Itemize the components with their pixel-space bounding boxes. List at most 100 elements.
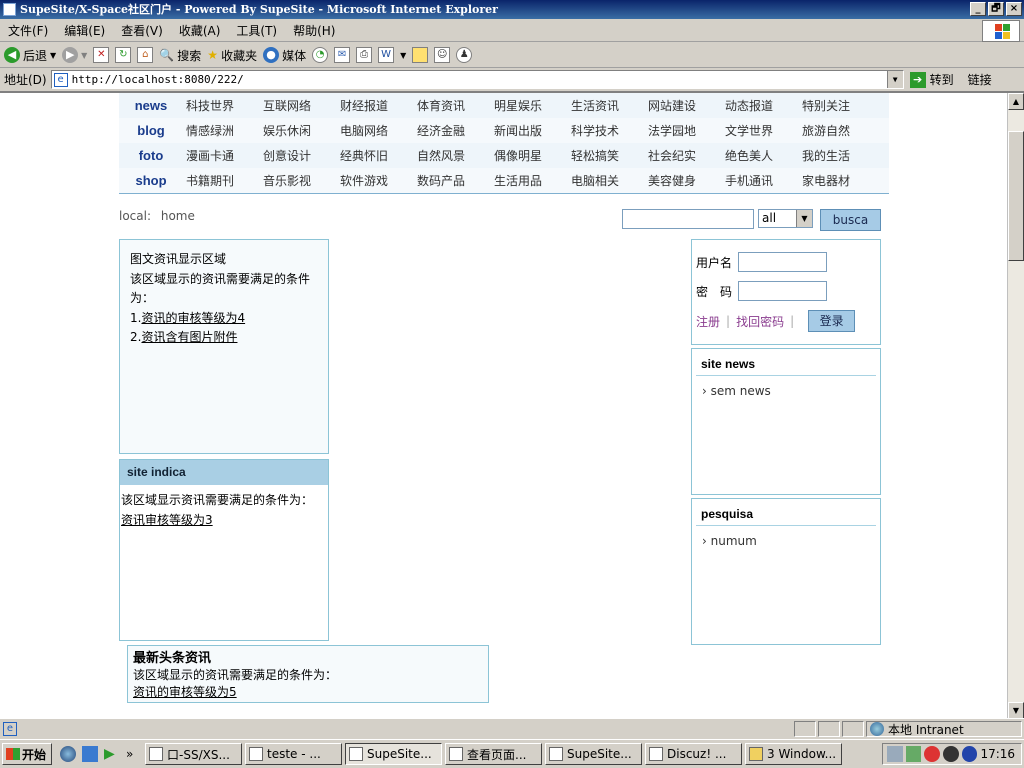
qq-tray-icon[interactable] bbox=[943, 746, 959, 762]
favorites-button[interactable]: ★ 收藏夹 bbox=[207, 47, 257, 64]
media-button[interactable]: ● 媒体 bbox=[263, 47, 306, 64]
vertical-scrollbar[interactable]: ▲ ▼ bbox=[1007, 93, 1024, 718]
taskbar-item[interactable]: Discuz! ... bbox=[645, 743, 742, 765]
nav-link[interactable]: 科学技术 bbox=[568, 122, 645, 139]
menu-help[interactable]: 帮助(H) bbox=[293, 22, 335, 39]
stop-icon[interactable]: ✕ bbox=[93, 47, 110, 63]
security-zone[interactable]: 本地 Intranet bbox=[866, 721, 1022, 737]
nav-link[interactable]: 娱乐休闲 bbox=[260, 122, 337, 139]
nav-link[interactable]: 书籍期刊 bbox=[183, 172, 260, 189]
minimize-button[interactable]: _ bbox=[970, 2, 986, 16]
clock[interactable]: 17:16 bbox=[980, 747, 1015, 761]
nav-link[interactable]: 科技世界 bbox=[183, 97, 260, 114]
nav-link[interactable]: 经济金融 bbox=[414, 122, 491, 139]
restore-button[interactable]: 🗗 bbox=[988, 2, 1004, 16]
print-icon[interactable]: ⎙ bbox=[356, 47, 373, 63]
search-input[interactable] bbox=[622, 209, 754, 229]
back-dropdown-icon[interactable]: ▼ bbox=[50, 51, 56, 60]
username-field[interactable] bbox=[738, 252, 827, 272]
edit-icon[interactable]: W bbox=[378, 47, 395, 63]
scroll-up-icon[interactable]: ▲ bbox=[1008, 93, 1024, 110]
taskbar-item[interactable]: 查看页面... bbox=[445, 743, 542, 765]
scroll-down-icon[interactable]: ▼ bbox=[1008, 702, 1024, 718]
desktop-icon[interactable] bbox=[82, 746, 98, 762]
menu-file[interactable]: 文件(F) bbox=[8, 22, 48, 39]
address-url[interactable]: http://localhost:8080/222/ bbox=[72, 73, 244, 86]
taskbar-item[interactable]: teste - ... bbox=[245, 743, 342, 765]
media-player-icon[interactable]: ▶ bbox=[104, 746, 120, 762]
tray-icon[interactable] bbox=[961, 746, 978, 762]
nav-link[interactable]: 文学世界 bbox=[722, 122, 799, 139]
edit-dropdown-icon[interactable]: ▼ bbox=[400, 51, 406, 60]
search-button[interactable]: 🔍 搜索 bbox=[159, 47, 201, 64]
nav-link[interactable]: 手机通讯 bbox=[722, 172, 799, 189]
nav-link[interactable]: 体育资讯 bbox=[414, 97, 491, 114]
nav-link[interactable]: 软件游戏 bbox=[337, 172, 414, 189]
nav-link[interactable]: 网站建设 bbox=[645, 97, 722, 114]
nav-link[interactable]: 电脑网络 bbox=[337, 122, 414, 139]
menu-favorites[interactable]: 收藏(A) bbox=[179, 22, 221, 39]
nav-category-blog[interactable]: blog bbox=[119, 123, 183, 138]
search-scope-select[interactable]: all ▼ bbox=[758, 209, 813, 228]
forgot-password-link[interactable]: 找回密码 bbox=[736, 313, 784, 330]
refresh-icon[interactable]: ↻ bbox=[115, 47, 132, 63]
nav-category-shop[interactable]: shop bbox=[119, 173, 183, 188]
nav-category-news[interactable]: news bbox=[119, 98, 183, 113]
address-dropdown-icon[interactable]: ▼ bbox=[886, 71, 903, 88]
go-button[interactable]: ➔ 转到 bbox=[909, 71, 954, 88]
nav-link[interactable]: 美容健身 bbox=[645, 172, 722, 189]
nav-link[interactable]: 音乐影视 bbox=[260, 172, 337, 189]
condition-link[interactable]: 资讯审核等级为3 bbox=[121, 511, 328, 531]
nav-link[interactable]: 动态报道 bbox=[722, 97, 799, 114]
nav-link[interactable]: 我的生活 bbox=[799, 147, 876, 164]
nav-link[interactable]: 创意设计 bbox=[260, 147, 337, 164]
nav-link[interactable]: 电脑相关 bbox=[568, 172, 645, 189]
history-icon[interactable]: ◔ bbox=[312, 47, 329, 63]
nav-link[interactable]: 家电器材 bbox=[799, 172, 876, 189]
close-button[interactable]: × bbox=[1006, 2, 1022, 16]
register-link[interactable]: 注册 bbox=[696, 313, 720, 330]
nav-category-foto[interactable]: foto bbox=[119, 148, 183, 163]
password-field[interactable] bbox=[738, 281, 827, 301]
nav-link[interactable]: 法学园地 bbox=[645, 122, 722, 139]
nav-link[interactable]: 自然风景 bbox=[414, 147, 491, 164]
nav-link[interactable]: 绝色美人 bbox=[722, 147, 799, 164]
scroll-thumb[interactable] bbox=[1008, 131, 1024, 261]
qq-icon[interactable]: ♟ bbox=[456, 47, 473, 63]
menu-edit[interactable]: 编辑(E) bbox=[64, 22, 105, 39]
condition-link[interactable]: 资讯的审核等级为5 bbox=[133, 684, 483, 701]
nav-link[interactable]: 生活用品 bbox=[491, 172, 568, 189]
login-button[interactable]: 登录 bbox=[808, 310, 856, 332]
nav-link[interactable]: 漫画卡通 bbox=[183, 147, 260, 164]
tray-icon[interactable] bbox=[887, 746, 903, 762]
nav-link[interactable]: 新闻出版 bbox=[491, 122, 568, 139]
condition-link[interactable]: 资讯的审核等级为4 bbox=[141, 311, 245, 325]
list-item[interactable]: › sem news bbox=[696, 376, 876, 398]
nav-link[interactable]: 情感绿洲 bbox=[183, 122, 260, 139]
taskbar-item[interactable]: 口-SS/XS... bbox=[145, 743, 242, 765]
taskbar-group[interactable]: 3 Window... bbox=[745, 743, 842, 765]
more-quicklaunch-icon[interactable]: » bbox=[126, 746, 142, 762]
messenger-icon[interactable]: ☺ bbox=[434, 47, 451, 63]
nav-link[interactable]: 互联网络 bbox=[260, 97, 337, 114]
nav-link[interactable]: 数码产品 bbox=[414, 172, 491, 189]
menu-tools[interactable]: 工具(T) bbox=[236, 22, 277, 39]
nav-link[interactable]: 轻松搞笑 bbox=[568, 147, 645, 164]
breadcrumb-home-link[interactable]: home bbox=[161, 209, 195, 223]
ie-quicklaunch-icon[interactable] bbox=[60, 746, 76, 762]
nav-link[interactable]: 财经报道 bbox=[337, 97, 414, 114]
taskbar-item-active[interactable]: SupeSite... bbox=[345, 743, 442, 765]
list-item[interactable]: › numum bbox=[696, 526, 876, 548]
taskbar-item[interactable]: SupeSite... bbox=[545, 743, 642, 765]
chevron-down-icon[interactable]: ▼ bbox=[796, 210, 812, 227]
mail-icon[interactable]: ✉ bbox=[334, 47, 351, 63]
menu-view[interactable]: 查看(V) bbox=[121, 22, 163, 39]
nav-link[interactable]: 旅游自然 bbox=[799, 122, 876, 139]
qq-tray-icon[interactable] bbox=[924, 746, 941, 762]
nav-link[interactable]: 经典怀旧 bbox=[337, 147, 414, 164]
tray-icon[interactable] bbox=[905, 746, 922, 762]
nav-link[interactable]: 明星娱乐 bbox=[491, 97, 568, 114]
forward-dropdown-icon[interactable]: ▼ bbox=[81, 51, 87, 60]
home-icon[interactable]: ⌂ bbox=[137, 47, 154, 63]
nav-link[interactable]: 社会纪实 bbox=[645, 147, 722, 164]
